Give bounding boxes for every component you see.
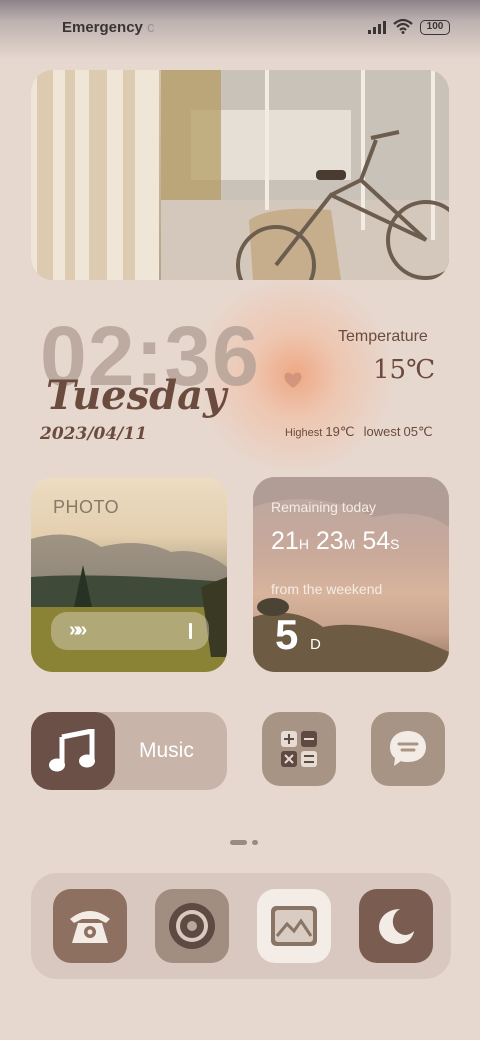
clock-weekday: Tuesday: [46, 372, 227, 419]
music-label: Music: [139, 739, 194, 762]
gallery-icon: [271, 906, 317, 946]
heart-icon: [284, 372, 302, 388]
bicycle-window-image: [31, 70, 449, 280]
photo-label: PHOTO: [53, 497, 120, 517]
page-indicator-active[interactable]: [230, 840, 247, 845]
signal-icon: [368, 20, 388, 34]
phone-app[interactable]: [53, 889, 127, 963]
music-app-widget[interactable]: Music: [31, 712, 227, 790]
slider-end-icon: [189, 623, 192, 639]
music-icon-tile: [31, 712, 115, 790]
gallery-app[interactable]: [257, 889, 331, 963]
clock-date: 2023/04/11: [40, 424, 148, 444]
temperature-value: 15℃: [373, 355, 436, 385]
page-indicator[interactable]: [252, 840, 258, 845]
temperature-label: Temperature: [338, 328, 428, 345]
phone-icon: [70, 911, 110, 943]
theme-app[interactable]: [359, 889, 433, 963]
forward-arrows-icon: »»: [69, 619, 87, 641]
days-count: 5 D: [275, 611, 321, 658]
hero-photo-widget[interactable]: [31, 70, 449, 280]
camera-app[interactable]: [155, 889, 229, 963]
moon-icon: [379, 909, 414, 944]
temperature-range: Highest 19℃ lowest 05℃: [285, 424, 433, 439]
photo-slider[interactable]: »»: [51, 612, 209, 650]
camera-icon: [169, 903, 215, 949]
countdown-time: 21H 23M 54S: [271, 527, 400, 555]
countdown-widget[interactable]: Remaining today 21H 23M 54S from the wee…: [253, 477, 449, 672]
calculator-icon: [281, 731, 317, 767]
remaining-today-label: Remaining today: [271, 499, 377, 515]
wifi-icon: [393, 18, 413, 34]
photo-widget[interactable]: PHOTO »»: [31, 477, 227, 672]
dock: [31, 873, 451, 979]
music-note-icon: [49, 729, 95, 772]
status-bar: Emergency c 100: [0, 0, 480, 56]
messages-app[interactable]: [371, 712, 445, 786]
calculator-app[interactable]: [262, 712, 336, 786]
weekend-label: from the weekend: [271, 581, 383, 597]
battery-icon: 100: [420, 20, 450, 35]
message-icon: [390, 731, 426, 766]
carrier-text: Emergency c: [62, 19, 155, 36]
